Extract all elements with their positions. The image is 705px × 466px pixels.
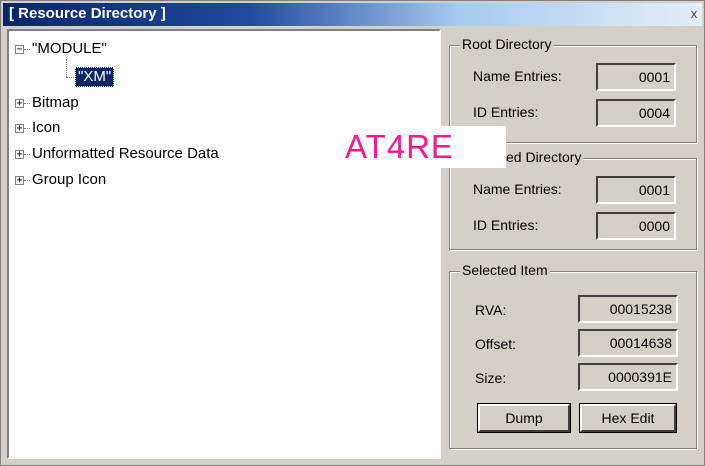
close-button[interactable]: x bbox=[687, 5, 701, 22]
expand-icon[interactable]: + bbox=[15, 123, 24, 134]
window-title: [ Resource Directory ] bbox=[9, 5, 166, 22]
root-id-entries-field: 0004 bbox=[596, 99, 676, 127]
name-entries-label: Name Entries: bbox=[473, 68, 562, 84]
tree-label-group-icon[interactable]: Group Icon bbox=[30, 170, 108, 190]
selected-item-group: Selected Item RVA: 00015238 Offset: 0001… bbox=[449, 262, 697, 449]
dir-name-entries-field: 0001 bbox=[596, 176, 676, 204]
resource-directory-window: [ Resource Directory ] x − "MODULE" "XM"… bbox=[0, 0, 705, 466]
tree-label-xm[interactable]: "XM" bbox=[75, 67, 115, 87]
expand-icon[interactable]: + bbox=[15, 175, 24, 186]
hex-edit-button[interactable]: Hex Edit bbox=[579, 403, 677, 433]
resource-tree[interactable]: − "MODULE" "XM" + Bitmap + Icon + Unform… bbox=[7, 29, 441, 459]
collapse-icon[interactable]: − bbox=[15, 44, 24, 55]
expand-icon[interactable]: + bbox=[15, 98, 24, 109]
tree-label-module[interactable]: "MODULE" bbox=[30, 39, 109, 59]
offset-label: Offset: bbox=[475, 336, 516, 352]
selected-directory-title: ed Directory bbox=[504, 149, 584, 165]
rva-field: 00015238 bbox=[578, 295, 678, 323]
dir-id-entries-field: 0000 bbox=[596, 212, 676, 240]
selected-item-title: Selected Item bbox=[460, 262, 550, 278]
id-entries-label: ID Entries: bbox=[473, 104, 539, 120]
size-field: 0000391E bbox=[578, 363, 678, 391]
dump-button[interactable]: Dump bbox=[477, 403, 571, 433]
tree-connector bbox=[66, 77, 74, 78]
tree-label-unformatted[interactable]: Unformatted Resource Data bbox=[30, 144, 221, 164]
tree-connector bbox=[66, 59, 67, 77]
title-bar[interactable]: [ Resource Directory ] x bbox=[3, 3, 702, 26]
tree-label-icon[interactable]: Icon bbox=[30, 118, 62, 138]
expand-icon[interactable]: + bbox=[15, 149, 24, 160]
size-label: Size: bbox=[475, 370, 507, 386]
root-directory-title: Root Directory bbox=[460, 36, 554, 52]
id-entries-label: ID Entries: bbox=[473, 217, 539, 233]
selected-directory-group: ed Directory Name Entries: 0001 ID Entri… bbox=[449, 149, 697, 250]
watermark: AT4RE bbox=[341, 126, 506, 168]
offset-field: 00014638 bbox=[578, 329, 678, 357]
tree-label-bitmap[interactable]: Bitmap bbox=[30, 93, 81, 113]
rva-label: RVA: bbox=[475, 302, 507, 318]
watermark-text: AT4RE bbox=[345, 128, 454, 165]
root-name-entries-field: 0001 bbox=[596, 63, 676, 91]
name-entries-label: Name Entries: bbox=[473, 181, 562, 197]
